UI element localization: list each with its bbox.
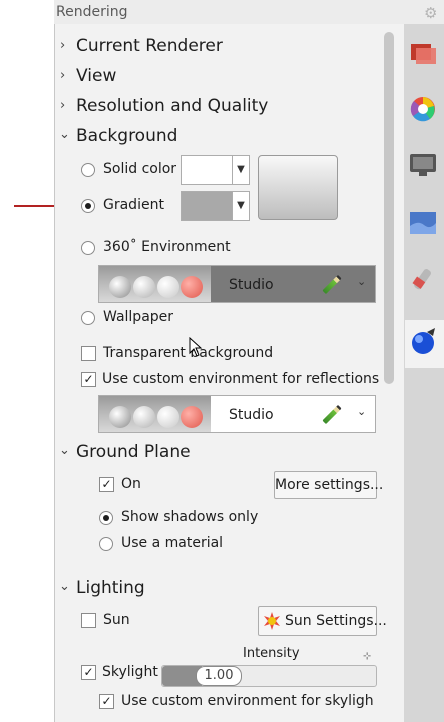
custom-env-reflections-label: Use custom environment for reflections (102, 371, 380, 387)
radio-wallpaper[interactable] (81, 311, 95, 325)
chevron-down-icon[interactable]: ⌄ (59, 443, 70, 458)
sun-settings-label: Sun Settings... (285, 613, 387, 629)
environment-icon[interactable] (408, 208, 438, 238)
pin-icon[interactable]: ⊹ (363, 651, 371, 662)
checkbox-custom-env-skylight[interactable]: ✓ (99, 694, 114, 709)
gradient-color-swatch (182, 192, 232, 220)
chevron-down-icon[interactable]: ⌄ (59, 127, 70, 142)
mouse-cursor-icon (189, 337, 203, 357)
rendering-icon[interactable] (409, 326, 439, 356)
checkbox-custom-env-reflections[interactable]: ✓ (81, 372, 96, 387)
chevron-down-icon[interactable]: ⌄ (59, 579, 70, 594)
section-view[interactable]: View (76, 66, 116, 86)
skylight-label: Skylight (102, 664, 158, 680)
custom-env-skylight-label: Use custom environment for skyligh (121, 693, 374, 709)
section-ground-plane[interactable]: Ground Plane (76, 442, 191, 462)
gear-icon[interactable]: ⚙ (424, 4, 437, 22)
chevron-right-icon[interactable]: › (60, 38, 65, 53)
pencil-icon[interactable] (322, 274, 342, 295)
panel-title: Rendering (56, 4, 128, 20)
solid-color-label: Solid color (103, 161, 177, 177)
sun-label: Sun (103, 612, 130, 628)
checkbox-sun[interactable] (81, 613, 96, 628)
display-icon[interactable] (408, 150, 438, 180)
solid-color-dropdown[interactable]: ▼ (181, 155, 250, 185)
gradient-preview[interactable] (258, 155, 338, 220)
wallpaper-label: Wallpaper (103, 309, 174, 325)
env360-label: 360˚ Environment (103, 239, 231, 255)
checkbox-transparent-background[interactable] (81, 346, 96, 361)
more-settings-button[interactable]: More settings... (274, 471, 383, 499)
gradient-color-dropdown[interactable]: ▼ (181, 191, 250, 221)
radio-use-material[interactable] (99, 537, 113, 551)
chevron-down-icon[interactable]: ▼ (232, 192, 249, 220)
materials-icon[interactable] (408, 94, 438, 124)
side-tab-bar (404, 24, 444, 722)
chevron-down-icon[interactable]: ⌄ (357, 275, 366, 288)
chevron-right-icon[interactable]: › (60, 98, 65, 113)
scrollbar[interactable] (384, 32, 394, 384)
chevron-right-icon[interactable]: › (60, 68, 65, 83)
intensity-value[interactable]: 1.00 (196, 666, 242, 686)
radio-show-shadows-only[interactable] (99, 511, 113, 525)
studio-thumbnail (99, 396, 211, 432)
pencil-icon[interactable] (322, 404, 342, 425)
intensity-slider[interactable]: 1.00 (161, 665, 377, 687)
env360-name: Studio (229, 277, 274, 293)
env360-dropdown[interactable]: Studio ⌄ (98, 265, 376, 303)
radio-360-environment[interactable] (81, 241, 95, 255)
reflection-env-name: Studio (229, 407, 274, 423)
intensity-label: Intensity (243, 646, 300, 661)
ground-plane-on-label: On (121, 476, 141, 492)
section-current-renderer[interactable]: Current Renderer (76, 36, 223, 56)
chevron-down-icon[interactable]: ▼ (232, 156, 249, 184)
section-lighting[interactable]: Lighting (76, 578, 145, 598)
radio-solid-color[interactable] (81, 163, 95, 177)
use-material-label: Use a material (121, 535, 224, 551)
checkbox-skylight[interactable]: ✓ (81, 665, 96, 680)
show-shadows-label: Show shadows only (121, 509, 259, 525)
lights-icon[interactable] (408, 266, 438, 296)
reflection-env-dropdown[interactable]: Studio ⌄ (98, 395, 376, 433)
checkbox-ground-plane-on[interactable]: ✓ (99, 477, 114, 492)
sun-icon (264, 612, 280, 630)
chevron-down-icon[interactable]: ⌄ (357, 405, 366, 418)
radio-gradient[interactable] (81, 199, 95, 213)
section-background[interactable]: Background (76, 126, 177, 146)
sun-settings-button[interactable]: Sun Settings... (258, 606, 387, 636)
section-resolution[interactable]: Resolution and Quality (76, 96, 268, 116)
solid-color-swatch (182, 156, 232, 184)
gradient-label: Gradient (103, 197, 164, 213)
studio-thumbnail (99, 266, 211, 302)
object-properties-icon[interactable] (408, 38, 438, 68)
